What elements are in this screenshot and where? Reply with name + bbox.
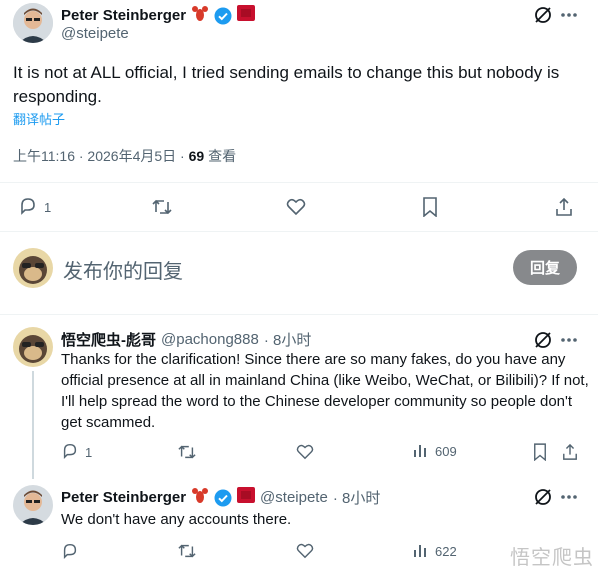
views-count: 609 xyxy=(435,444,457,459)
bookmark-action[interactable] xyxy=(531,442,549,462)
author-handle[interactable]: @steipete xyxy=(61,25,129,42)
reply-author-handle[interactable]: @steipete xyxy=(260,489,328,506)
current-user-avatar[interactable] xyxy=(13,248,53,288)
divider xyxy=(0,231,598,232)
verified-badge-icon xyxy=(214,7,232,25)
more-options-icon[interactable] xyxy=(558,329,580,351)
lobster-emoji-icon xyxy=(191,486,209,509)
divider xyxy=(0,314,598,315)
reply-author-name[interactable]: Peter Steinberger xyxy=(61,489,186,506)
reply-author-name[interactable]: 悟空爬虫-彪哥 xyxy=(61,329,156,350)
views-action[interactable]: 609 xyxy=(413,442,457,461)
author-avatar[interactable] xyxy=(13,3,53,43)
reply-text: We don't have any accounts there. xyxy=(61,511,292,528)
bookmark-action[interactable] xyxy=(420,196,440,218)
more-options-icon[interactable] xyxy=(558,4,580,26)
views-icon xyxy=(413,442,429,461)
lobster-emoji-icon xyxy=(191,4,209,27)
post-timestamp[interactable]: 上午11:16 · 2026年4月5日 · xyxy=(13,148,185,164)
like-action[interactable] xyxy=(295,541,315,561)
reply-action[interactable]: 1 xyxy=(61,442,92,463)
grok-icon[interactable] xyxy=(532,486,554,508)
watermark: 悟空爬虫 xyxy=(510,547,594,569)
reply-time[interactable]: · 8小时 xyxy=(264,329,312,350)
reply-count: 1 xyxy=(85,445,93,460)
like-action[interactable] xyxy=(285,196,307,218)
views-count: 69 xyxy=(188,148,205,164)
author-name[interactable]: Peter Steinberger xyxy=(61,7,186,24)
divider xyxy=(0,182,598,183)
share-action[interactable] xyxy=(554,196,574,218)
reply-avatar[interactable] xyxy=(13,327,53,367)
reply-icon xyxy=(18,196,38,219)
repost-action[interactable] xyxy=(176,442,198,462)
views-count: 622 xyxy=(435,544,457,559)
verified-badge-icon xyxy=(214,489,232,507)
flag-badge-icon xyxy=(237,5,256,26)
reply-composer-input[interactable]: 发布你的回复 xyxy=(63,255,183,284)
views-action[interactable]: 622 xyxy=(413,542,457,561)
reply-count: 1 xyxy=(44,200,52,215)
flag-badge-icon xyxy=(237,487,256,508)
views-label: 查看 xyxy=(208,148,237,164)
repost-action[interactable] xyxy=(176,541,198,561)
more-options-icon[interactable] xyxy=(558,486,580,508)
reply-avatar[interactable] xyxy=(13,485,53,525)
reply-time[interactable]: · 8小时 xyxy=(333,487,381,508)
post-text: It is not at ALL official, I tried sendi… xyxy=(13,63,560,106)
grok-icon[interactable] xyxy=(532,329,554,351)
repost-action[interactable] xyxy=(150,196,174,218)
thread-line xyxy=(32,371,34,479)
reply-author-handle[interactable]: @pachong888 xyxy=(161,331,259,348)
reply-text: Thanks for the clarification! Since ther… xyxy=(61,351,589,431)
like-action[interactable] xyxy=(295,442,315,462)
grok-icon[interactable] xyxy=(532,4,554,26)
reply-action[interactable] xyxy=(61,541,79,561)
reply-action[interactable]: 1 xyxy=(18,196,51,219)
reply-button[interactable]: 回复 xyxy=(513,250,577,285)
share-action[interactable] xyxy=(561,442,579,462)
translate-post-link[interactable]: 翻译帖子 xyxy=(13,109,65,128)
views-icon xyxy=(413,542,429,561)
reply-icon xyxy=(61,442,79,463)
